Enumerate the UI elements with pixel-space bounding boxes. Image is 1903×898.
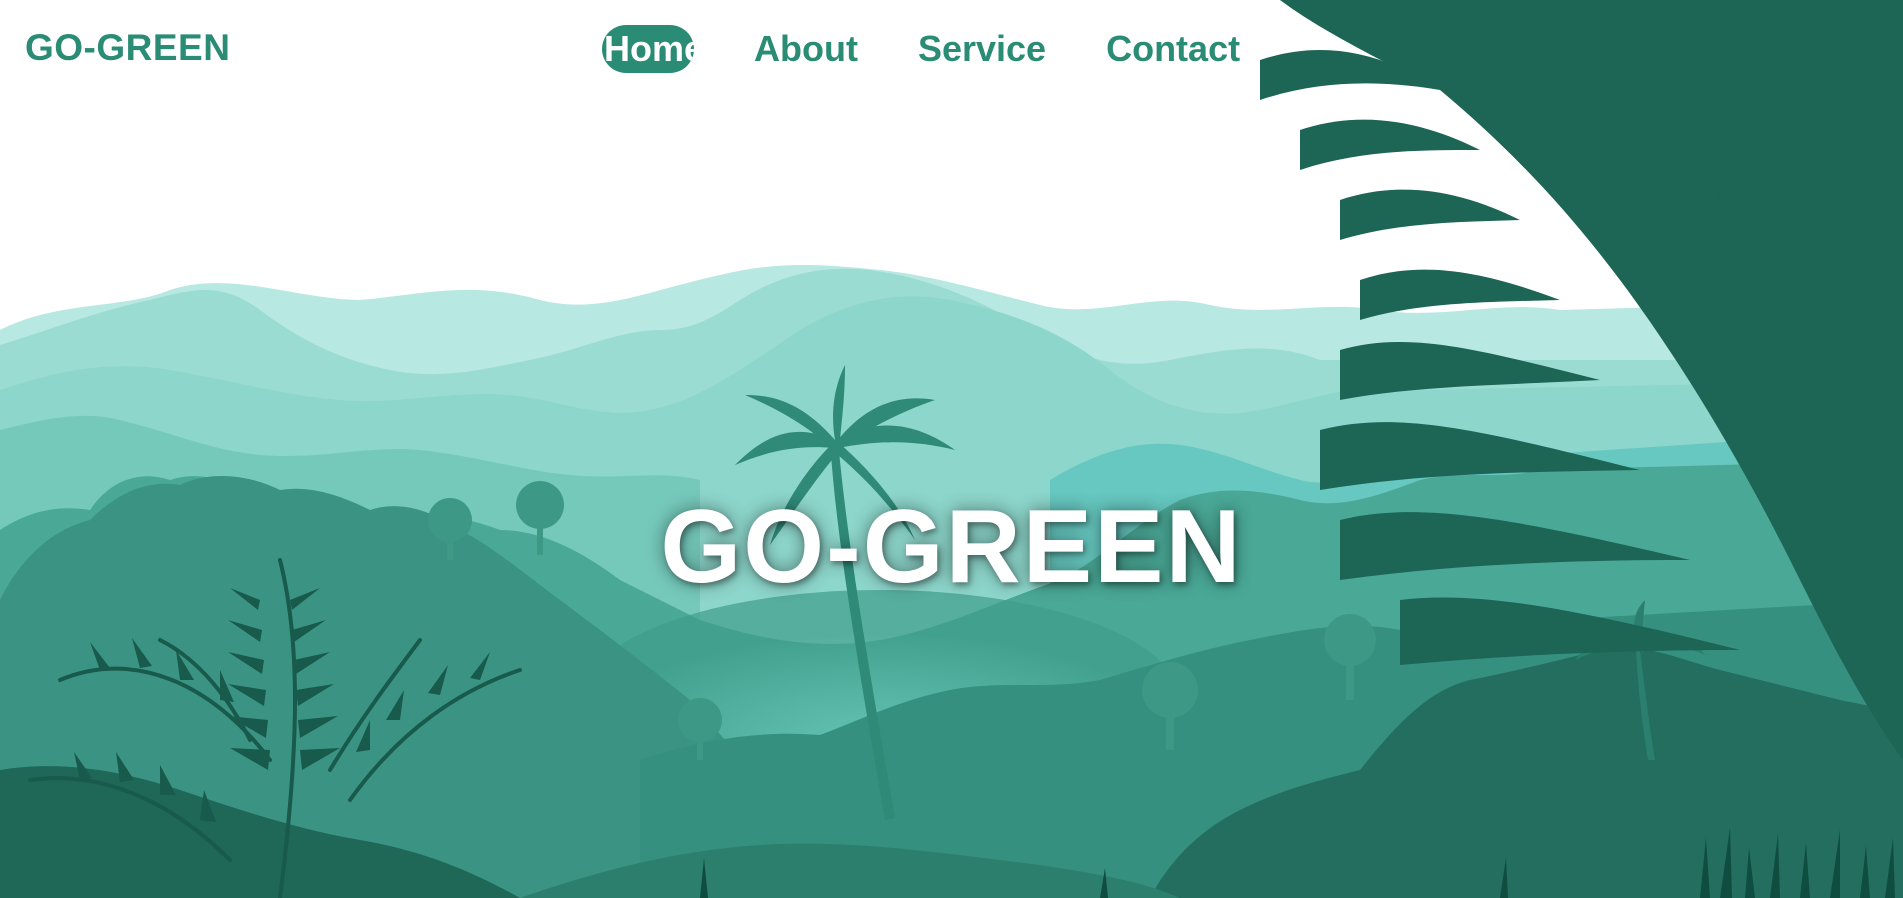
nav-home-link[interactable]: Home (602, 25, 694, 73)
hero-title: GO-GREEN (660, 489, 1243, 605)
hero-background-illustration (0, 0, 1903, 898)
nav-service-link[interactable]: Service (918, 25, 1046, 73)
nav-links: Home About Service Contact (602, 25, 1240, 73)
brand-logo[interactable]: GO-GREEN (25, 27, 230, 69)
nav-about-link[interactable]: About (754, 25, 858, 73)
nav-contact-link[interactable]: Contact (1106, 25, 1240, 73)
page: GO-GREEN Home About Service Contact GO-G… (0, 0, 1903, 898)
navbar: GO-GREEN Home About Service Contact (0, 0, 1903, 100)
